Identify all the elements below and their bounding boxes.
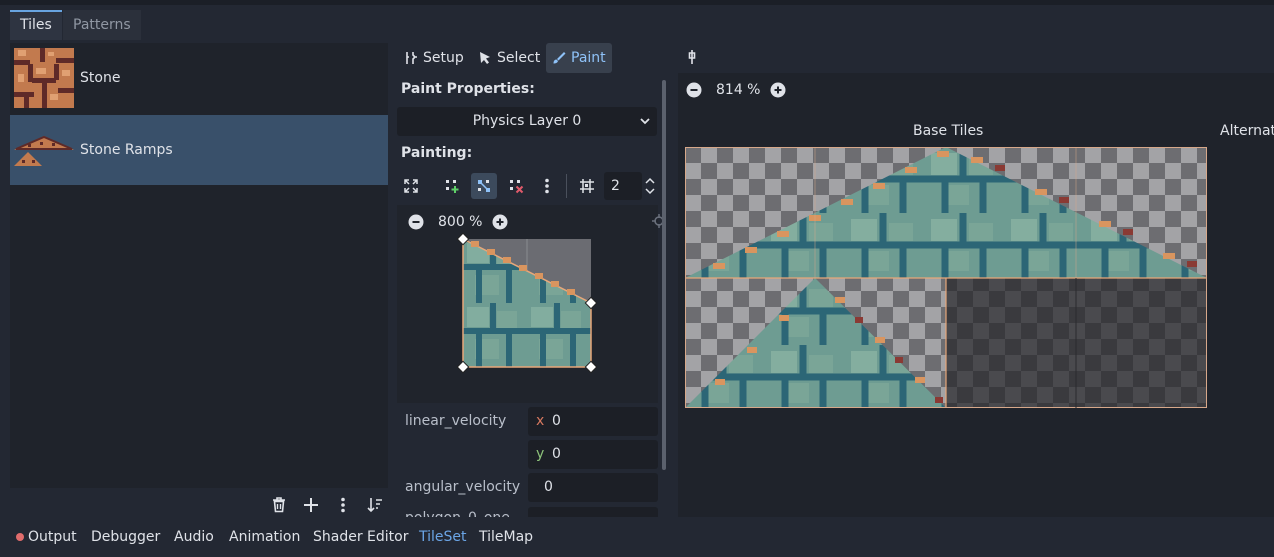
grid-snap-icon[interactable] bbox=[574, 173, 600, 199]
truncated-property-label: polygon_0_one bbox=[405, 510, 510, 517]
x-axis-label: x bbox=[536, 413, 545, 429]
properties-scrollbar[interactable] bbox=[662, 80, 666, 470]
expand-icon[interactable] bbox=[398, 173, 424, 199]
linear-velocity-label: linear_velocity bbox=[405, 413, 507, 429]
eyedropper-icon[interactable] bbox=[680, 45, 704, 69]
source-item-stone[interactable]: Stone bbox=[10, 43, 388, 113]
base-tiles-label: Base Tiles bbox=[913, 123, 984, 139]
property-list-cutoff: polygon_0_one bbox=[397, 507, 658, 517]
tile-sources-list: Stone Stone Ramps bbox=[10, 43, 388, 488]
bottom-tab-shader-editor[interactable]: Shader Editor bbox=[313, 517, 408, 557]
angular-velocity-field[interactable]: 0 bbox=[528, 473, 658, 502]
edit-polygon-icon[interactable] bbox=[471, 173, 497, 199]
bottom-tab-output[interactable]: Output bbox=[28, 517, 77, 557]
delete-polygon-icon[interactable] bbox=[503, 173, 529, 199]
paint-property-select[interactable]: Physics Layer 0 bbox=[397, 107, 657, 136]
tools-icon bbox=[406, 52, 417, 64]
paint-property-value: Physics Layer 0 bbox=[472, 113, 582, 129]
tileset-tab-bar: Tiles Patterns bbox=[0, 5, 1274, 41]
brush-icon bbox=[553, 52, 566, 64]
atlas-zoom-label: 814 % bbox=[716, 82, 761, 98]
spinbox-arrows-icon[interactable] bbox=[643, 173, 657, 199]
linear-velocity-x-field[interactable]: x 0 bbox=[528, 407, 658, 436]
atlas-tile-grid bbox=[685, 147, 1207, 408]
more-options-icon[interactable] bbox=[534, 173, 560, 199]
linear-velocity-y-value: 0 bbox=[552, 446, 561, 462]
add-icon[interactable] bbox=[299, 493, 323, 517]
kebab-menu-icon[interactable] bbox=[331, 493, 355, 517]
sort-icon[interactable] bbox=[363, 493, 387, 517]
output-error-dot bbox=[16, 533, 24, 541]
angular-velocity-label: angular_velocity bbox=[405, 479, 521, 495]
atlas-zoom-in-icon[interactable] bbox=[766, 78, 790, 102]
tab-tiles[interactable]: Tiles bbox=[10, 10, 62, 40]
snap-subdivision-input[interactable]: 2 bbox=[604, 172, 642, 200]
paint-mode-label: Paint bbox=[571, 50, 606, 66]
select-mode-label: Select bbox=[497, 50, 541, 66]
tab-patterns[interactable]: Patterns bbox=[63, 10, 141, 40]
bottom-tab-tilemap[interactable]: TileMap bbox=[479, 517, 533, 557]
angular-velocity-value: 0 bbox=[544, 479, 553, 495]
source-item-stone-ramps[interactable]: Stone Ramps bbox=[10, 115, 388, 185]
setup-mode-button[interactable]: Setup bbox=[398, 43, 470, 73]
truncated-property-field[interactable] bbox=[528, 507, 658, 517]
select-mode-button[interactable]: Select bbox=[472, 43, 546, 73]
chevron-down-icon bbox=[640, 118, 650, 125]
bottom-tab-animation[interactable]: Animation bbox=[229, 517, 300, 557]
bottom-tab-audio[interactable]: Audio bbox=[174, 517, 214, 557]
linear-velocity-x-value: 0 bbox=[552, 413, 561, 429]
polygon-editor-canvas[interactable]: 800 % bbox=[397, 205, 658, 403]
snap-subdivision-value: 2 bbox=[611, 178, 620, 194]
bottom-tab-tileset[interactable]: TileSet bbox=[419, 517, 467, 557]
atlas-viewport[interactable]: 814 % Base Tiles Alternat bbox=[678, 73, 1274, 517]
atlas-zoom-out-icon[interactable] bbox=[682, 78, 706, 102]
stone-ramps-thumbnail bbox=[14, 135, 74, 166]
add-polygon-icon[interactable] bbox=[439, 173, 465, 199]
alternative-tiles-label: Alternat bbox=[1220, 123, 1274, 139]
stone-thumbnail bbox=[14, 48, 74, 108]
tile-preview bbox=[456, 232, 598, 374]
pointer-icon bbox=[480, 52, 490, 64]
y-axis-label: y bbox=[536, 446, 545, 462]
paint-properties-label: Paint Properties: bbox=[401, 81, 535, 97]
bottom-tab-debugger[interactable]: Debugger bbox=[91, 517, 160, 557]
setup-mode-label: Setup bbox=[423, 50, 464, 66]
source-label: Stone bbox=[80, 70, 121, 86]
trash-icon[interactable] bbox=[267, 493, 291, 517]
toolbar-divider bbox=[566, 174, 567, 198]
painting-label: Painting: bbox=[401, 145, 473, 161]
bottom-panel-bar: Output Debugger Audio Animation Shader E… bbox=[0, 517, 1274, 557]
paint-mode-button[interactable]: Paint bbox=[546, 43, 612, 73]
source-label: Stone Ramps bbox=[80, 142, 173, 158]
linear-velocity-y-field[interactable]: y 0 bbox=[528, 440, 658, 469]
